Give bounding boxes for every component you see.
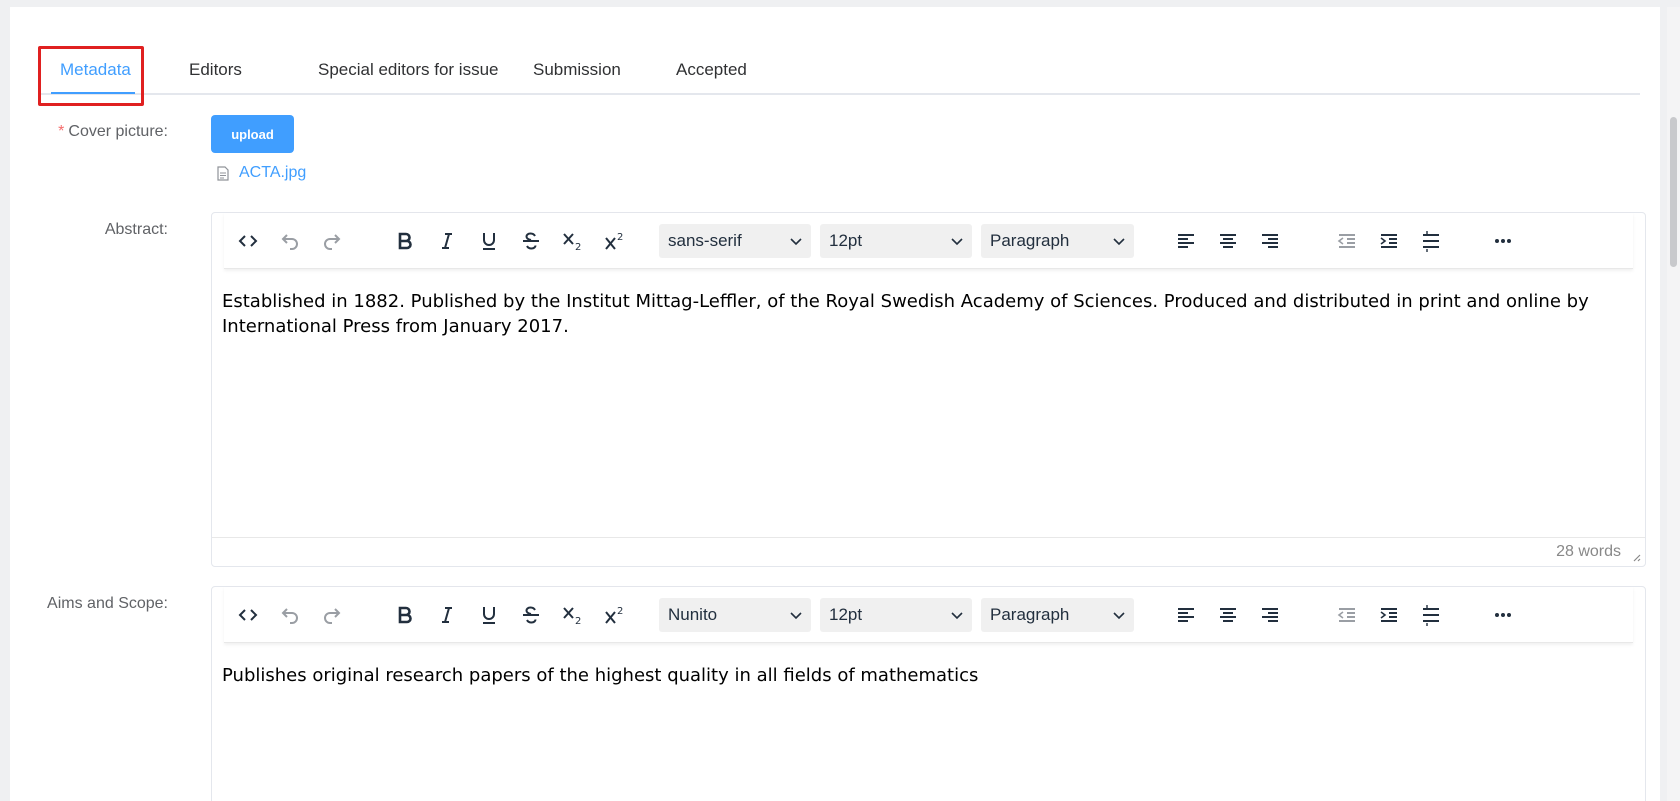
align-left-icon[interactable] — [1170, 225, 1202, 257]
source-code-icon[interactable] — [232, 599, 264, 631]
font-family-select[interactable]: Nunito — [659, 598, 811, 632]
page-scrollbar[interactable] — [1667, 7, 1680, 801]
upload-button[interactable]: upload — [211, 115, 294, 153]
strikethrough-icon[interactable] — [515, 225, 547, 257]
aims-scope-editor: 2 2 Nunito 12pt Paragraph Publishes orig… — [211, 586, 1646, 801]
undo-icon[interactable] — [274, 599, 306, 631]
line-height-icon[interactable] — [1415, 225, 1447, 257]
block-format-select[interactable]: Paragraph — [981, 598, 1134, 632]
chevron-down-icon — [790, 612, 802, 620]
word-count: 28 words — [1556, 543, 1621, 560]
underline-icon[interactable] — [473, 599, 505, 631]
aims-scope-content[interactable]: Publishes original research papers of th… — [212, 643, 1645, 688]
outdent-icon[interactable] — [1331, 225, 1363, 257]
tab-accepted[interactable]: Accepted — [676, 47, 747, 93]
bold-icon[interactable] — [389, 225, 421, 257]
svg-text:2: 2 — [575, 616, 581, 627]
underline-icon[interactable] — [473, 225, 505, 257]
svg-text:2: 2 — [617, 606, 623, 617]
font-size-select[interactable]: 12pt — [820, 224, 972, 258]
more-icon[interactable] — [1487, 599, 1519, 631]
font-size-select[interactable]: 12pt — [820, 598, 972, 632]
editor-toolbar: 2 2 sans-serif 12pt Paragraph — [224, 213, 1633, 269]
redo-icon[interactable] — [316, 225, 348, 257]
subscript-icon[interactable]: 2 — [557, 599, 589, 631]
superscript-icon[interactable]: 2 — [599, 225, 631, 257]
bold-icon[interactable] — [389, 599, 421, 631]
block-format-select[interactable]: Paragraph — [981, 224, 1134, 258]
italic-icon[interactable] — [431, 599, 463, 631]
strikethrough-icon[interactable] — [515, 599, 547, 631]
align-center-icon[interactable] — [1212, 599, 1244, 631]
document-icon — [217, 165, 229, 181]
scrollbar-thumb[interactable] — [1670, 117, 1677, 267]
font-family-select[interactable]: sans-serif — [659, 224, 811, 258]
svg-text:2: 2 — [575, 242, 581, 253]
svg-text:2: 2 — [617, 232, 623, 243]
tab-special-editors[interactable]: Special editors for issue — [318, 47, 498, 93]
chevron-down-icon — [951, 612, 963, 620]
chevron-down-icon — [1113, 612, 1125, 620]
chevron-down-icon — [951, 238, 963, 246]
cover-picture-label: * Cover picture: — [58, 123, 168, 140]
align-left-icon[interactable] — [1170, 599, 1202, 631]
file-name: ACTA.jpg — [239, 164, 307, 181]
required-mark: * — [58, 123, 65, 140]
aims-scope-label: Aims and Scope: — [47, 595, 168, 612]
abstract-label: Abstract: — [104, 221, 168, 238]
align-center-icon[interactable] — [1212, 225, 1244, 257]
undo-icon[interactable] — [274, 225, 306, 257]
abstract-content[interactable]: Established in 1882. Published by the In… — [212, 269, 1645, 339]
more-icon[interactable] — [1487, 225, 1519, 257]
redo-icon[interactable] — [316, 599, 348, 631]
uploaded-file[interactable]: ACTA.jpg — [217, 162, 306, 184]
tab-editors[interactable]: Editors — [189, 47, 242, 93]
main-panel: Metadata Editors Special editors for iss… — [10, 7, 1660, 801]
source-code-icon[interactable] — [232, 225, 264, 257]
indent-icon[interactable] — [1373, 225, 1405, 257]
tab-submission[interactable]: Submission — [533, 47, 621, 93]
superscript-icon[interactable]: 2 — [599, 599, 631, 631]
chevron-down-icon — [790, 238, 802, 246]
outdent-icon[interactable] — [1331, 599, 1363, 631]
tab-bar: Metadata Editors Special editors for iss… — [40, 47, 1640, 95]
editor-status-bar: 28 words — [212, 537, 1645, 566]
subscript-icon[interactable]: 2 — [557, 225, 589, 257]
align-right-icon[interactable] — [1254, 599, 1286, 631]
indent-icon[interactable] — [1373, 599, 1405, 631]
chevron-down-icon — [1113, 238, 1125, 246]
italic-icon[interactable] — [431, 225, 463, 257]
highlight-box — [38, 46, 144, 106]
align-right-icon[interactable] — [1254, 225, 1286, 257]
editor-toolbar: 2 2 Nunito 12pt Paragraph — [224, 587, 1633, 643]
abstract-editor: 2 2 sans-serif 12pt Paragraph Establishe… — [211, 212, 1646, 567]
resize-handle-icon[interactable] — [1631, 552, 1641, 562]
line-height-icon[interactable] — [1415, 599, 1447, 631]
